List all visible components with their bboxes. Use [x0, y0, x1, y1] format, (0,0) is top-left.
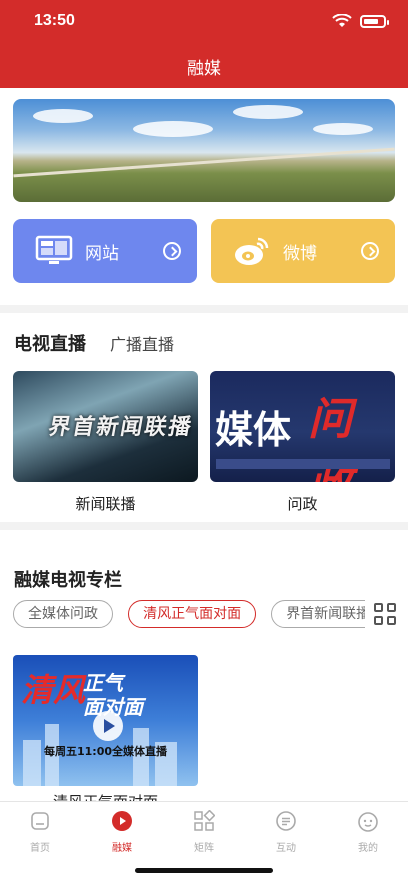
- top-bar: 13:50 融媒: [0, 0, 408, 88]
- divider: [0, 522, 408, 530]
- promo-schedule: 每周五11:00全媒体直播: [43, 745, 167, 758]
- nav-home[interactable]: 首页: [10, 810, 70, 854]
- matrix-icon: [194, 809, 216, 831]
- column-chips: 全媒体问政 清风正气面对面 界首新闻联播: [13, 600, 365, 630]
- divider: [0, 305, 408, 313]
- weibo-icon: [235, 237, 269, 265]
- home-icon: [31, 812, 49, 830]
- chat-icon: [276, 811, 296, 831]
- wenzheng-caption[interactable]: 问政: [210, 493, 395, 514]
- promo-title-red: 清风: [21, 671, 86, 709]
- nav-rongmei[interactable]: 融媒: [92, 810, 152, 854]
- wenzheng-logo-text: 媒体: [215, 407, 292, 452]
- nav-interact[interactable]: 互动: [256, 810, 316, 854]
- live-tabs: 电视直播 广播直播: [14, 330, 174, 356]
- tab-tv-live[interactable]: 电视直播: [14, 330, 86, 356]
- page-title: 融媒: [187, 59, 221, 79]
- play-circle-icon: [112, 811, 132, 831]
- wifi-icon: [332, 14, 352, 27]
- chevron-right-icon: [361, 242, 379, 260]
- news-broadcast-caption[interactable]: 新闻联播: [13, 493, 198, 514]
- column-video-card[interactable]: 清风 正气 面对面 每周五11:00全媒体直播: [13, 655, 198, 786]
- play-icon[interactable]: [93, 711, 123, 741]
- grid-menu-icon[interactable]: [374, 603, 398, 627]
- home-indicator: [135, 868, 273, 873]
- wenzheng-thumbnail[interactable]: 媒体 问政: [210, 371, 395, 482]
- nav-profile[interactable]: 我的: [338, 810, 398, 854]
- banner-image[interactable]: [13, 99, 395, 202]
- chevron-right-icon: [163, 242, 181, 260]
- profile-icon: [358, 812, 378, 832]
- news-logo: 界首新闻联播: [46, 415, 195, 440]
- weibo-card[interactable]: 微博: [211, 219, 395, 283]
- status-time: 13:50: [34, 12, 75, 29]
- tab-radio-live[interactable]: 广播直播: [110, 331, 174, 355]
- news-broadcast-thumbnail[interactable]: 界首新闻联播: [13, 371, 198, 482]
- section-title: 融媒电视专栏: [14, 570, 122, 591]
- website-card[interactable]: 网站: [13, 219, 197, 283]
- website-label: 网站: [85, 243, 119, 264]
- battery-icon: [360, 14, 389, 28]
- status-icons: [332, 14, 389, 28]
- weibo-label: 微博: [283, 243, 317, 264]
- chip-all-media[interactable]: 全媒体问政: [13, 600, 113, 628]
- chip-qingfeng[interactable]: 清风正气面对面: [128, 600, 257, 628]
- monitor-icon: [35, 235, 73, 264]
- chip-news-broadcast[interactable]: 界首新闻联播: [271, 600, 365, 628]
- nav-matrix[interactable]: 矩阵: [174, 809, 234, 854]
